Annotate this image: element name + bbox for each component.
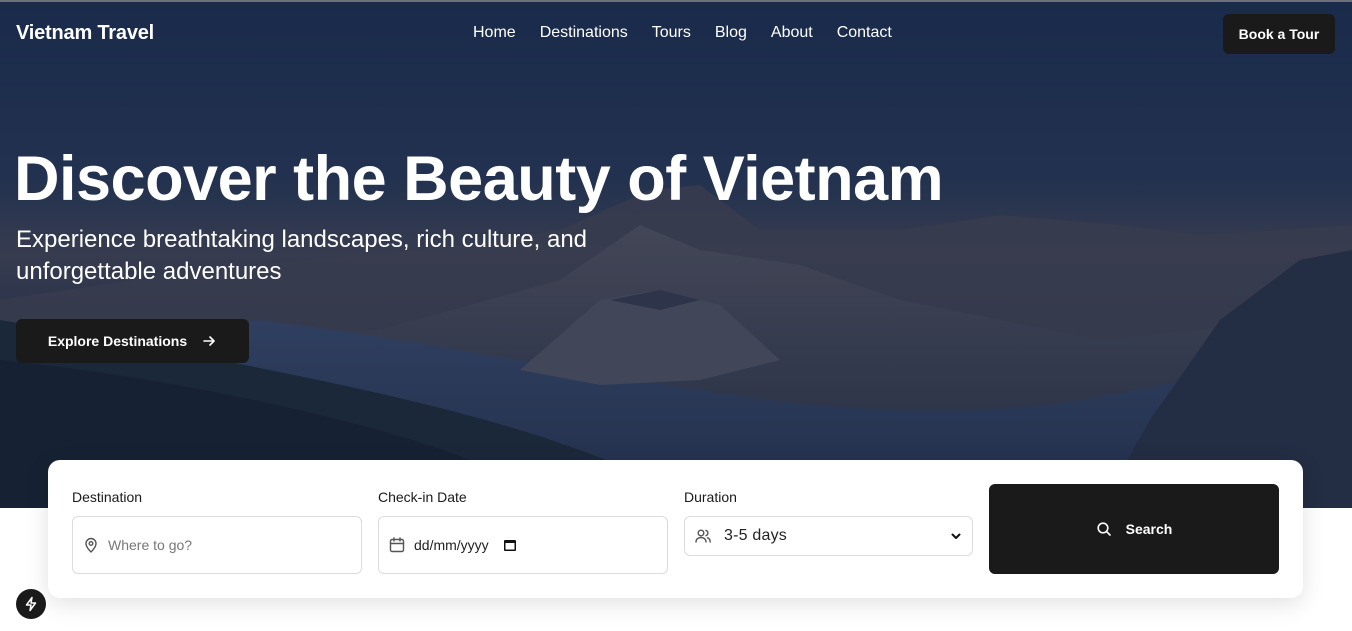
book-tour-button[interactable]: Book a Tour [1223, 14, 1335, 54]
checkin-date-value: dd/mm/yyyy [414, 537, 489, 553]
hero-subtitle: Experience breathtaking landscapes, rich… [16, 226, 588, 285]
duration-select[interactable]: 3-5 days [684, 516, 973, 556]
destination-label: Destination [72, 489, 143, 505]
nav-contact[interactable]: Contact [837, 24, 892, 42]
explore-button-label: Explore Destinations [47, 333, 188, 349]
floating-action-button[interactable] [16, 589, 46, 619]
users-icon [695, 529, 711, 543]
duration-value: 3-5 days [724, 527, 787, 544]
arrow-right-icon [203, 336, 215, 346]
chevron-down-icon [951, 533, 961, 539]
main-nav: Home Destinations Tours Blog About Conta… [473, 24, 916, 42]
nav-about[interactable]: About [771, 24, 813, 42]
calendar-icon [389, 537, 405, 553]
explore-destinations-button[interactable]: Explore Destinations [16, 319, 249, 363]
map-pin-icon [85, 537, 97, 553]
top-border [0, 0, 1352, 2]
checkin-label: Check-in Date [378, 489, 467, 505]
search-card: Destination Where to go? Check-in Date d… [48, 460, 1303, 598]
search-icon [1097, 522, 1111, 536]
nav-home[interactable]: Home [473, 24, 516, 42]
nav-blog[interactable]: Blog [715, 24, 747, 42]
duration-label: Duration [684, 489, 737, 505]
date-picker-icon[interactable] [503, 538, 517, 552]
hero-title: Discover the Beauty of Vietnam [14, 144, 944, 214]
destination-input[interactable]: Where to go? [72, 516, 362, 574]
nav-destinations[interactable]: Destinations [540, 24, 628, 42]
checkin-date-input[interactable]: dd/mm/yyyy [378, 516, 668, 574]
brand-logo[interactable]: Vietnam Travel [16, 22, 154, 45]
destination-placeholder: Where to go? [108, 537, 193, 553]
lightning-icon [25, 596, 37, 612]
nav-tours[interactable]: Tours [652, 24, 691, 42]
search-button-label: Search [1125, 521, 1173, 537]
search-button[interactable]: Search [989, 484, 1279, 574]
